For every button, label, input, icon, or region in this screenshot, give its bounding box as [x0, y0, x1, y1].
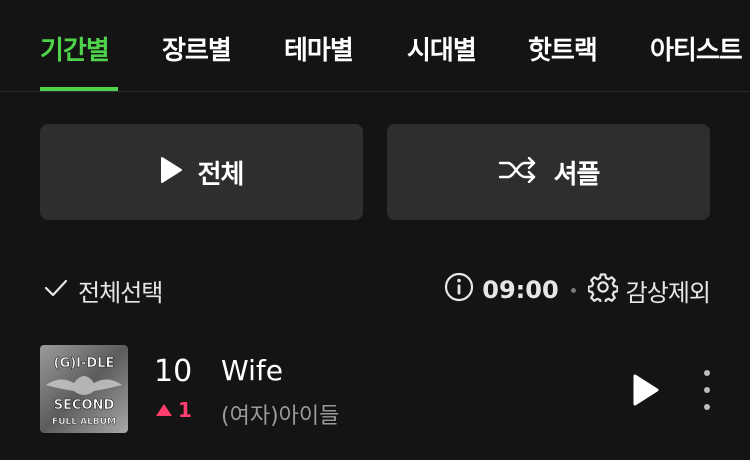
gear-icon: [587, 272, 619, 308]
active-tab-indicator: [40, 87, 118, 91]
track-title: Wife: [221, 354, 283, 387]
track-play-button[interactable]: [628, 370, 662, 410]
play-all-button[interactable]: 전체: [40, 124, 363, 220]
play-icon: [160, 157, 182, 187]
rank-change: 1: [156, 398, 192, 422]
tab-era[interactable]: 시대별: [407, 30, 477, 67]
rank-up-icon: [156, 404, 172, 416]
check-icon: [44, 276, 68, 304]
rank-change-value: 1: [178, 398, 192, 422]
shuffle-button[interactable]: 셔플: [387, 124, 710, 220]
shuffle-icon: [498, 156, 538, 187]
tab-theme[interactable]: 테마별: [284, 30, 354, 67]
timer-button[interactable]: 09:00: [444, 272, 559, 308]
track-artist[interactable]: (여자)아이들: [221, 398, 339, 430]
tab-hot-track[interactable]: 핫트랙: [528, 30, 598, 67]
right-tools: 09:00 감상제외: [444, 270, 711, 310]
cover-group-text: (G)I-DLE: [54, 356, 115, 371]
list-toolbar: 전체선택 09:00 감상제외: [0, 270, 750, 310]
select-all-button[interactable]: 전체선택: [44, 270, 163, 310]
more-options-button[interactable]: [694, 370, 720, 410]
album-cover[interactable]: (G)I-DLE SECOND FULL ALBUM: [40, 345, 128, 433]
select-all-label: 전체선택: [78, 278, 163, 307]
separator-dot: [570, 287, 576, 293]
more-dot: [704, 404, 710, 410]
timer-value: 09:00: [482, 276, 559, 304]
more-dot: [704, 387, 710, 393]
tab-genre[interactable]: 장르별: [162, 30, 232, 67]
info-icon: [444, 272, 474, 308]
shuffle-label: 셔플: [553, 159, 601, 190]
cover-album-line1: SECOND: [54, 398, 115, 413]
category-tab-bar: 기간별 장르별 테마별 시대별 핫트랙 아티스트: [0, 0, 750, 92]
exclude-listening-label: 감상제외: [625, 278, 711, 307]
play-all-label: 전체: [197, 159, 245, 190]
track-rank: 10: [154, 354, 193, 389]
tab-period[interactable]: 기간별: [40, 30, 110, 67]
track-row[interactable]: (G)I-DLE SECOND FULL ALBUM 10 1 Wife (여자…: [0, 340, 750, 440]
play-icon: [633, 374, 659, 406]
more-dot: [704, 370, 710, 376]
exclude-listening-button[interactable]: 감상제외: [587, 272, 711, 308]
tab-artist[interactable]: 아티스트: [650, 30, 743, 67]
cover-album-line2: FULL ALBUM: [52, 417, 116, 427]
